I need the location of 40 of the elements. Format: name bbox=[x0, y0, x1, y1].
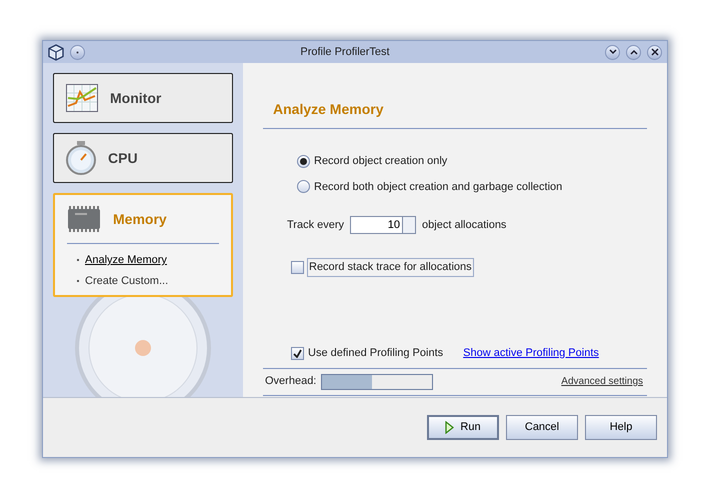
radio-button[interactable] bbox=[297, 154, 310, 168]
run-button[interactable]: Run bbox=[427, 415, 499, 440]
close-button[interactable] bbox=[647, 44, 662, 60]
sub-item-link[interactable]: Analyze Memory bbox=[85, 252, 167, 268]
sub-item-link[interactable]: Create Custom... bbox=[85, 272, 168, 289]
profiling-points-link[interactable]: Show active Profiling Points bbox=[463, 344, 599, 362]
memory-chip-icon bbox=[67, 205, 101, 233]
overhead-label: Overhead: bbox=[265, 374, 316, 390]
option-label: Record object creation only bbox=[314, 154, 448, 169]
dialog-button[interactable]: Cancel bbox=[506, 415, 578, 440]
dot-icon bbox=[76, 50, 79, 54]
checkbox[interactable] bbox=[291, 260, 304, 274]
category-panel[interactable]: Memory Analyze Memory Create Custom... bbox=[53, 193, 233, 297]
dialog-button[interactable]: Help bbox=[585, 415, 657, 440]
close-icon bbox=[650, 48, 658, 56]
checkbox-label: Record stack trace for allocations bbox=[307, 258, 474, 276]
category-label: CPU bbox=[108, 148, 138, 168]
section-heading: Analyze Memory bbox=[272, 100, 384, 119]
checkbox[interactable] bbox=[291, 346, 304, 360]
chevron-up-icon bbox=[630, 49, 638, 55]
category-panel[interactable]: CPU bbox=[53, 133, 233, 183]
cube-icon bbox=[48, 44, 64, 60]
checkbox-label: Use defined Profiling Points bbox=[308, 346, 444, 361]
category-label: Monitor bbox=[110, 88, 162, 108]
number-field[interactable]: 10 bbox=[350, 216, 402, 234]
minimize-button[interactable] bbox=[605, 44, 620, 60]
category-label: Memory bbox=[113, 210, 167, 229]
radio-button[interactable] bbox=[297, 180, 310, 194]
spinner-arrows[interactable] bbox=[402, 216, 416, 234]
play-icon bbox=[445, 421, 454, 434]
category-panel[interactable]: Monitor bbox=[53, 73, 233, 123]
option-label: Record both object creation and garbage collection bbox=[314, 180, 562, 194]
field-label: Track every bbox=[287, 218, 344, 233]
maximize-button[interactable] bbox=[626, 44, 641, 60]
chart-icon bbox=[66, 84, 98, 112]
window-title: Profile ProfilerTest bbox=[299, 44, 391, 60]
chevron-down-icon bbox=[608, 49, 616, 55]
stopwatch-icon bbox=[66, 141, 96, 175]
advanced-settings-link[interactable]: Advanced settings bbox=[561, 374, 643, 389]
field-label: object allocations bbox=[422, 218, 506, 233]
